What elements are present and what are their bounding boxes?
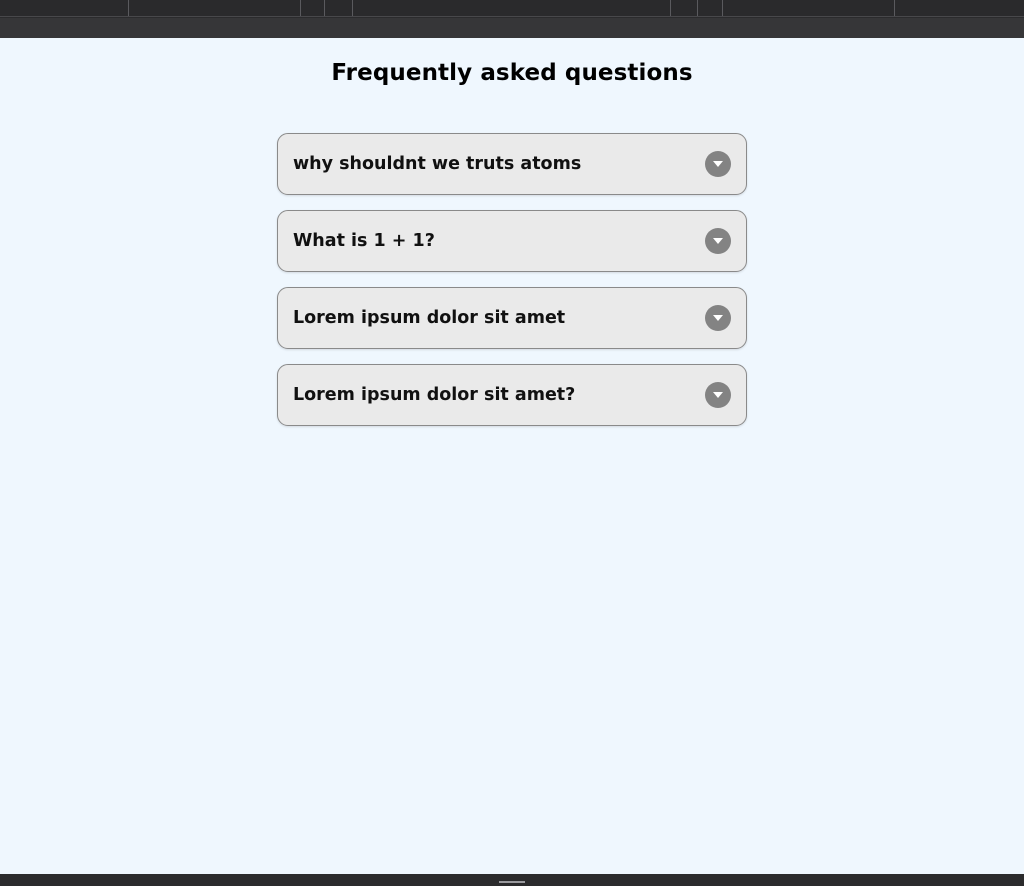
tab-divider (128, 0, 129, 16)
chevron-down-icon[interactable] (705, 382, 731, 408)
faq-item[interactable]: Lorem ipsum dolor sit amet? (277, 364, 747, 426)
faq-question: Lorem ipsum dolor sit amet (293, 308, 566, 328)
chevron-down-icon[interactable] (705, 151, 731, 177)
browser-top-chrome (0, 0, 1024, 38)
tab-divider (352, 0, 353, 16)
page-title: Frequently asked questions (331, 60, 693, 86)
faq-item[interactable]: Lorem ipsum dolor sit amet (277, 287, 747, 349)
faq-item[interactable]: why shouldnt we truts atoms (277, 133, 747, 195)
faq-question: why shouldnt we truts atoms (293, 154, 582, 174)
toolbar-strip (0, 18, 1024, 38)
faq-list: why shouldnt we truts atoms What is 1 + … (277, 133, 747, 441)
tab-divider (697, 0, 698, 16)
bottom-chrome-bar (0, 874, 1024, 886)
tab-divider (722, 0, 723, 16)
chevron-down-icon[interactable] (705, 305, 731, 331)
resize-handle[interactable] (499, 881, 525, 883)
faq-question: Lorem ipsum dolor sit amet? (293, 385, 576, 405)
tab-strip (0, 0, 1024, 17)
faq-page: Frequently asked questions why shouldnt … (0, 38, 1024, 874)
faq-question: What is 1 + 1? (293, 231, 435, 251)
tab-divider (894, 0, 895, 16)
tab-divider (670, 0, 671, 16)
tab-divider (300, 0, 301, 16)
tab-divider (324, 0, 325, 16)
faq-item[interactable]: What is 1 + 1? (277, 210, 747, 272)
chevron-down-icon[interactable] (705, 228, 731, 254)
